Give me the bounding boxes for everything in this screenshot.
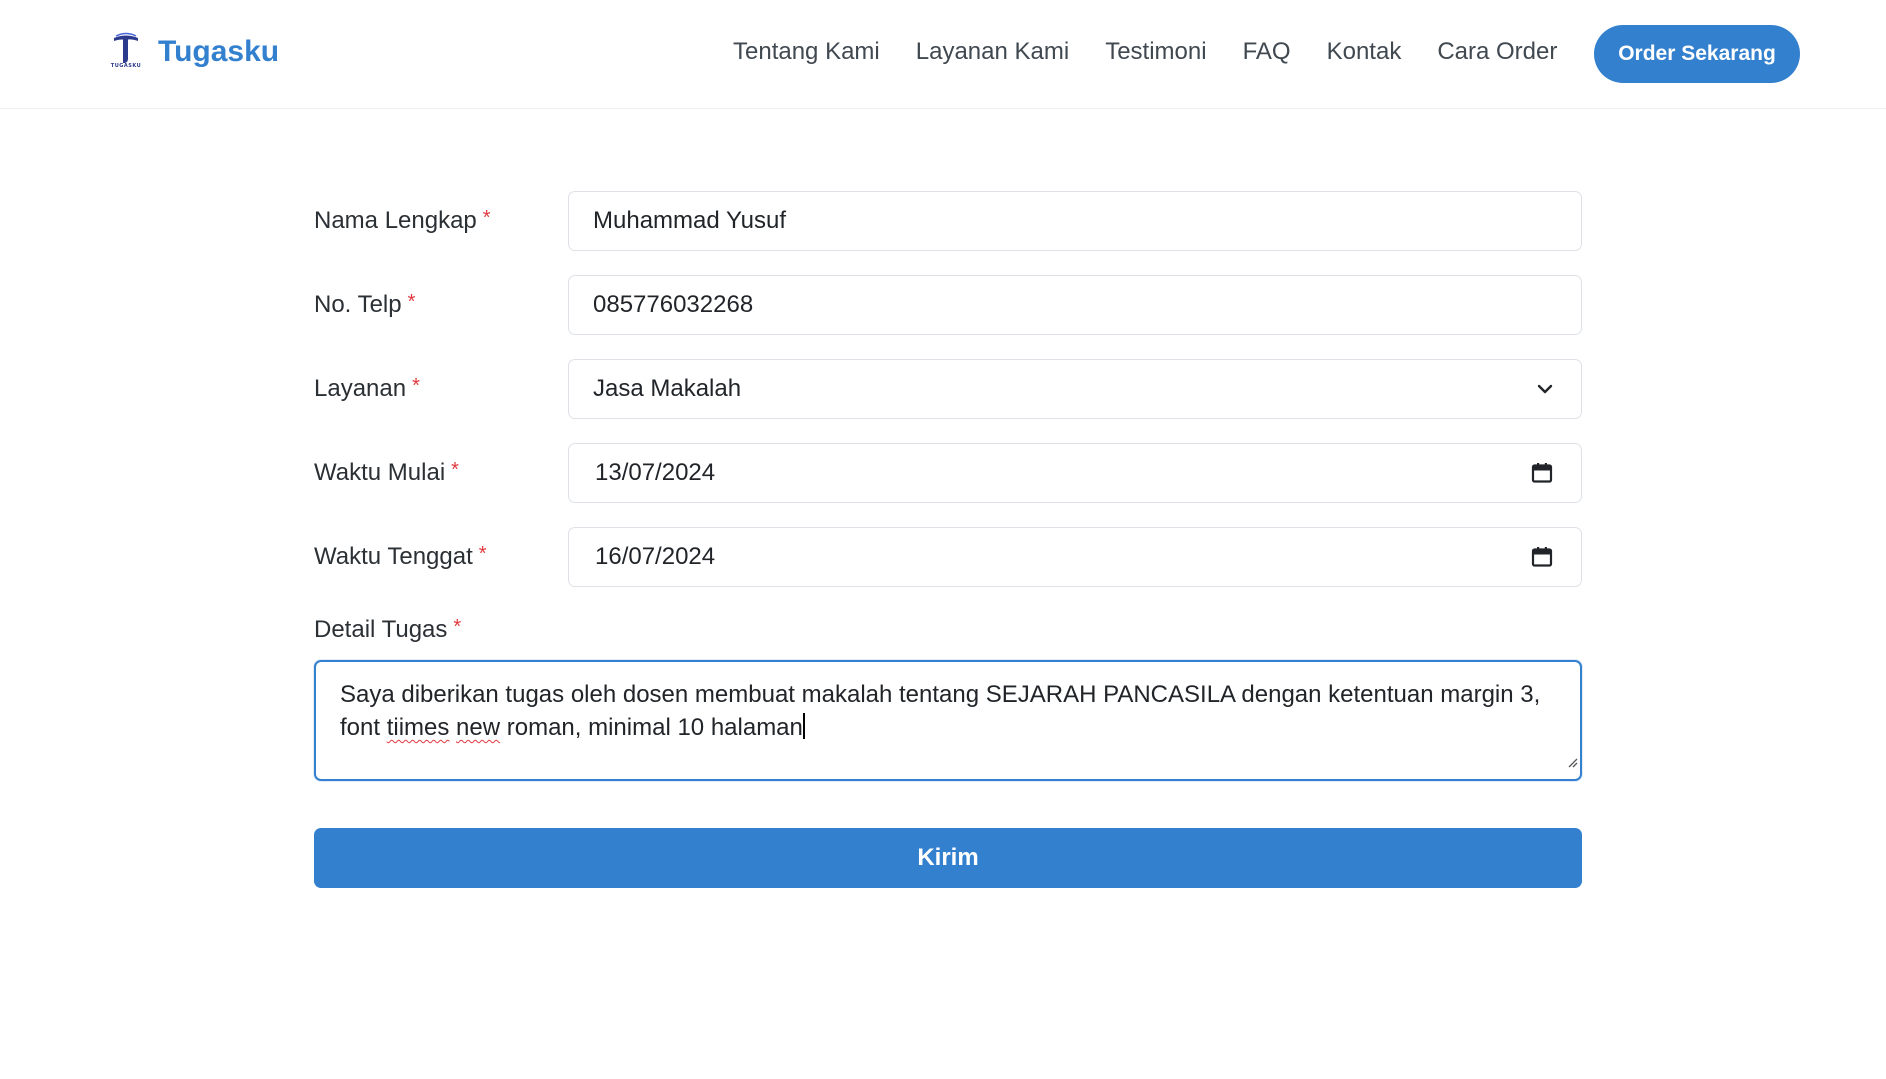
tenggat-row: Waktu Tenggat * 16/07/2024	[314, 527, 1582, 587]
nama-value: Muhammad Yusuf	[593, 207, 786, 234]
nav-link-cara-order[interactable]: Cara Order	[1437, 38, 1557, 66]
layanan-label-text: Layanan	[314, 375, 407, 402]
brand-name: Tugasku	[158, 35, 280, 68]
mulai-label-text: Waktu Mulai	[314, 459, 446, 486]
required-marker: *	[482, 207, 491, 229]
tenggat-date-input[interactable]: 16/07/2024	[568, 527, 1582, 587]
nama-label: Nama Lengkap *	[314, 207, 491, 235]
nav-link-kontak[interactable]: Kontak	[1327, 38, 1402, 66]
chevron-down-icon	[1537, 384, 1553, 394]
detail-label: Detail Tugas *	[314, 616, 461, 644]
kirim-button[interactable]: Kirim	[314, 828, 1582, 888]
calendar-icon[interactable]	[1531, 546, 1553, 568]
brand-logo-caption: TUGASKU	[110, 63, 142, 69]
brand-link[interactable]: TUGASKU Tugasku	[106, 32, 279, 72]
nav-link-tentang-kami[interactable]: Tentang Kami	[733, 38, 880, 66]
nav-link-faq[interactable]: FAQ	[1243, 38, 1291, 66]
mulai-date-input[interactable]: 13/07/2024	[568, 443, 1582, 503]
brand-logo-icon: TUGASKU	[106, 32, 146, 72]
mulai-label: Waktu Mulai *	[314, 459, 459, 487]
detail-label-text: Detail Tugas	[314, 616, 448, 643]
mulai-value: 13/07/2024	[595, 459, 716, 486]
detail-misspelled-1: tiimes	[386, 714, 450, 741]
detail-textarea[interactable]: Saya diberikan tugas oleh dosen membuat …	[314, 660, 1582, 781]
telp-label-text: No. Telp	[314, 291, 402, 318]
calendar-icon[interactable]	[1531, 462, 1553, 484]
required-marker: *	[453, 616, 462, 638]
required-marker: *	[451, 459, 459, 481]
telp-row: No. Telp * 085776032268	[314, 275, 1582, 335]
order-now-button[interactable]: Order Sekarang	[1594, 25, 1800, 83]
required-marker: *	[412, 375, 420, 397]
detail-misspelled-2: new	[456, 714, 501, 741]
site-header: TUGASKU Tugasku Tentang Kami Layanan Kam…	[0, 0, 1886, 109]
main-nav: Tentang Kami Layanan Kami Testimoni FAQ …	[733, 38, 1593, 66]
layanan-select[interactable]: Jasa Makalah	[568, 359, 1582, 419]
tenggat-label-text: Waktu Tenggat	[314, 543, 473, 570]
tenggat-value: 16/07/2024	[595, 543, 716, 570]
telp-label: No. Telp *	[314, 291, 415, 319]
nama-input[interactable]: Muhammad Yusuf	[568, 191, 1582, 251]
layanan-value: Jasa Makalah	[593, 375, 742, 402]
text-caret	[802, 713, 805, 739]
nav-link-testimoni[interactable]: Testimoni	[1105, 38, 1206, 66]
telp-input[interactable]: 085776032268	[568, 275, 1582, 335]
resize-grip-icon[interactable]	[1566, 744, 1578, 777]
layanan-row: Layanan * Jasa Makalah	[314, 359, 1582, 419]
nama-row: Nama Lengkap * Muhammad Yusuf	[314, 191, 1582, 251]
nav-link-layanan-kami[interactable]: Layanan Kami	[916, 38, 1069, 66]
layanan-label: Layanan *	[314, 375, 420, 403]
detail-text-3: roman, minimal 10 halaman	[500, 714, 803, 741]
telp-value: 085776032268	[593, 291, 754, 318]
required-marker: *	[478, 543, 487, 565]
mulai-row: Waktu Mulai * 13/07/2024	[314, 443, 1582, 503]
tenggat-label: Waktu Tenggat *	[314, 543, 487, 571]
nama-label-text: Nama Lengkap	[314, 207, 477, 234]
required-marker: *	[407, 291, 416, 313]
